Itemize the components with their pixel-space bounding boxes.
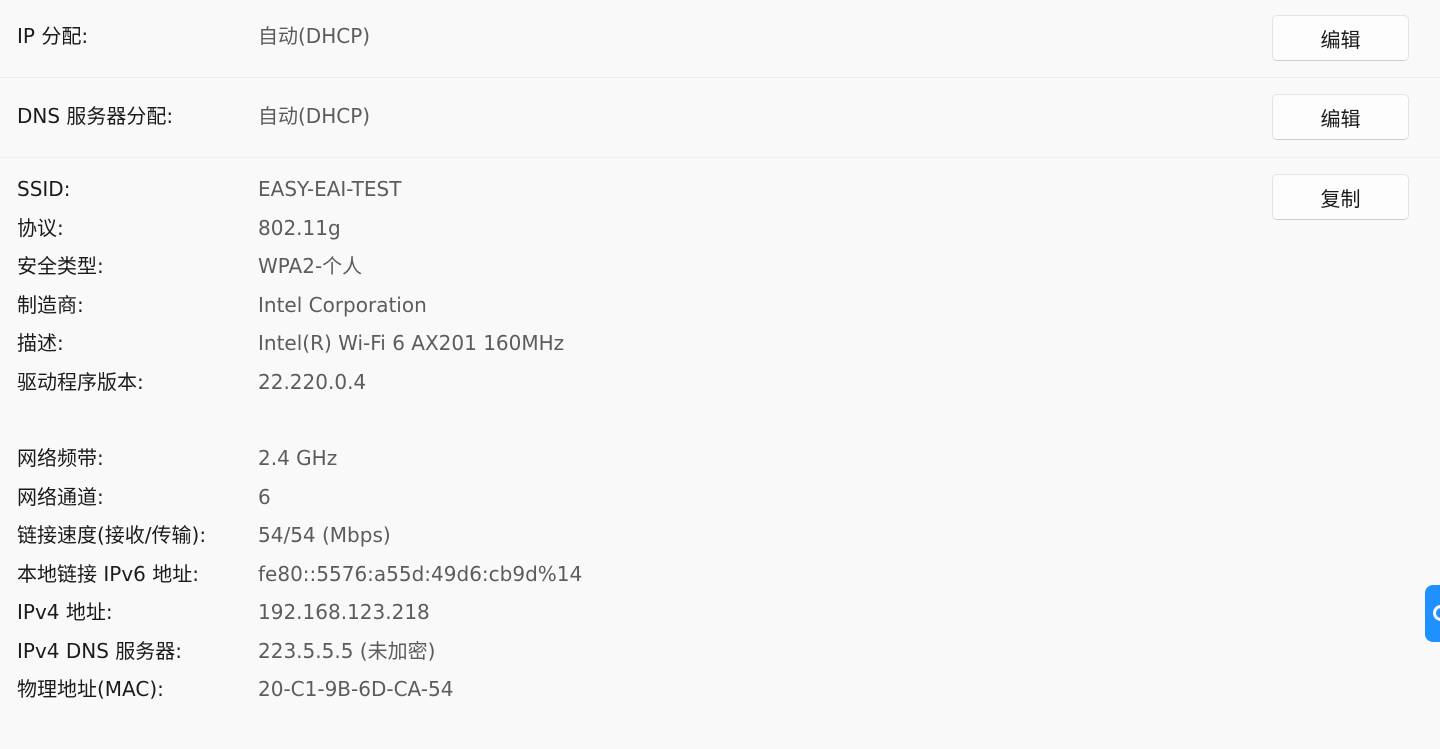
- property-row: SSID: EASY-EAI-TEST: [0, 175, 1200, 205]
- ip-assignment-value: 自动(DHCP): [258, 24, 371, 48]
- property-row: 链接速度(接收/传输): 54/54 (Mbps): [0, 521, 1200, 551]
- property-value: 6: [258, 485, 271, 509]
- property-row: 网络频带: 2.4 GHz: [0, 444, 1200, 474]
- property-row: 制造商: Intel Corporation: [0, 291, 1200, 321]
- property-row: 本地链接 IPv6 地址: fe80::5576:a55d:49d6:cb9d%…: [0, 560, 1200, 590]
- property-row: 协议: 802.11g: [0, 214, 1200, 244]
- property-value: WPA2-个人: [258, 254, 363, 278]
- property-label: 安全类型:: [17, 254, 104, 278]
- property-row: 网络通道: 6: [0, 483, 1200, 513]
- property-row: 驱动程序版本: 22.220.0.4: [0, 368, 1200, 398]
- property-value: 192.168.123.218: [258, 600, 430, 624]
- floating-assistant-tab-icon[interactable]: [1425, 585, 1440, 642]
- property-label: 驱动程序版本:: [17, 370, 144, 394]
- property-value: 22.220.0.4: [258, 370, 367, 394]
- property-row: 描述: Intel(R) Wi-Fi 6 AX201 160MHz: [0, 329, 1200, 359]
- property-row: IPv4 地址: 192.168.123.218: [0, 598, 1200, 628]
- dns-assignment-row: DNS 服务器分配: 自动(DHCP) 编辑: [0, 78, 1440, 158]
- property-label: SSID:: [17, 177, 71, 201]
- property-value: 2.4 GHz: [258, 446, 338, 470]
- property-label: 链接速度(接收/传输):: [17, 523, 207, 547]
- property-label: IPv4 地址:: [17, 600, 113, 624]
- property-label: 网络频带:: [17, 446, 104, 470]
- property-row: 物理地址(MAC): 20-C1-9B-6D-CA-54: [0, 675, 1200, 705]
- dns-assignment-value: 自动(DHCP): [258, 104, 371, 128]
- ip-assignment-label: IP 分配:: [17, 24, 89, 48]
- property-label: 物理地址(MAC):: [17, 677, 164, 701]
- ip-assignment-row: IP 分配: 自动(DHCP) 编辑: [0, 0, 1440, 78]
- property-label: IPv4 DNS 服务器:: [17, 639, 183, 663]
- property-label: 网络通道:: [17, 485, 104, 509]
- property-value: Intel Corporation: [258, 293, 427, 317]
- property-value: fe80::5576:a55d:49d6:cb9d%14: [258, 562, 583, 586]
- property-value: 223.5.5.5 (未加密): [258, 639, 436, 663]
- property-row: 安全类型: WPA2-个人: [0, 252, 1200, 282]
- property-value: 20-C1-9B-6D-CA-54: [258, 677, 454, 701]
- property-value: 54/54 (Mbps): [258, 523, 391, 547]
- edit-dns-assignment-button[interactable]: 编辑: [1272, 94, 1409, 140]
- property-value: 802.11g: [258, 216, 341, 240]
- property-row: IPv4 DNS 服务器: 223.5.5.5 (未加密): [0, 637, 1200, 667]
- property-label: 制造商:: [17, 293, 84, 317]
- wifi-properties-section: 复制 SSID: EASY-EAI-TEST 协议: 802.11g 安全类型:…: [0, 158, 1440, 748]
- property-value: Intel(R) Wi-Fi 6 AX201 160MHz: [258, 331, 565, 355]
- property-label: 协议:: [17, 216, 64, 240]
- network-properties-panel: IP 分配: 自动(DHCP) 编辑 DNS 服务器分配: 自动(DHCP) 编…: [0, 0, 1440, 749]
- property-label: 本地链接 IPv6 地址:: [17, 562, 199, 586]
- property-label: 描述:: [17, 331, 64, 355]
- dns-assignment-label: DNS 服务器分配:: [17, 104, 174, 128]
- copy-button[interactable]: 复制: [1272, 174, 1409, 220]
- property-value: EASY-EAI-TEST: [258, 177, 402, 201]
- edit-ip-assignment-button[interactable]: 编辑: [1272, 15, 1409, 61]
